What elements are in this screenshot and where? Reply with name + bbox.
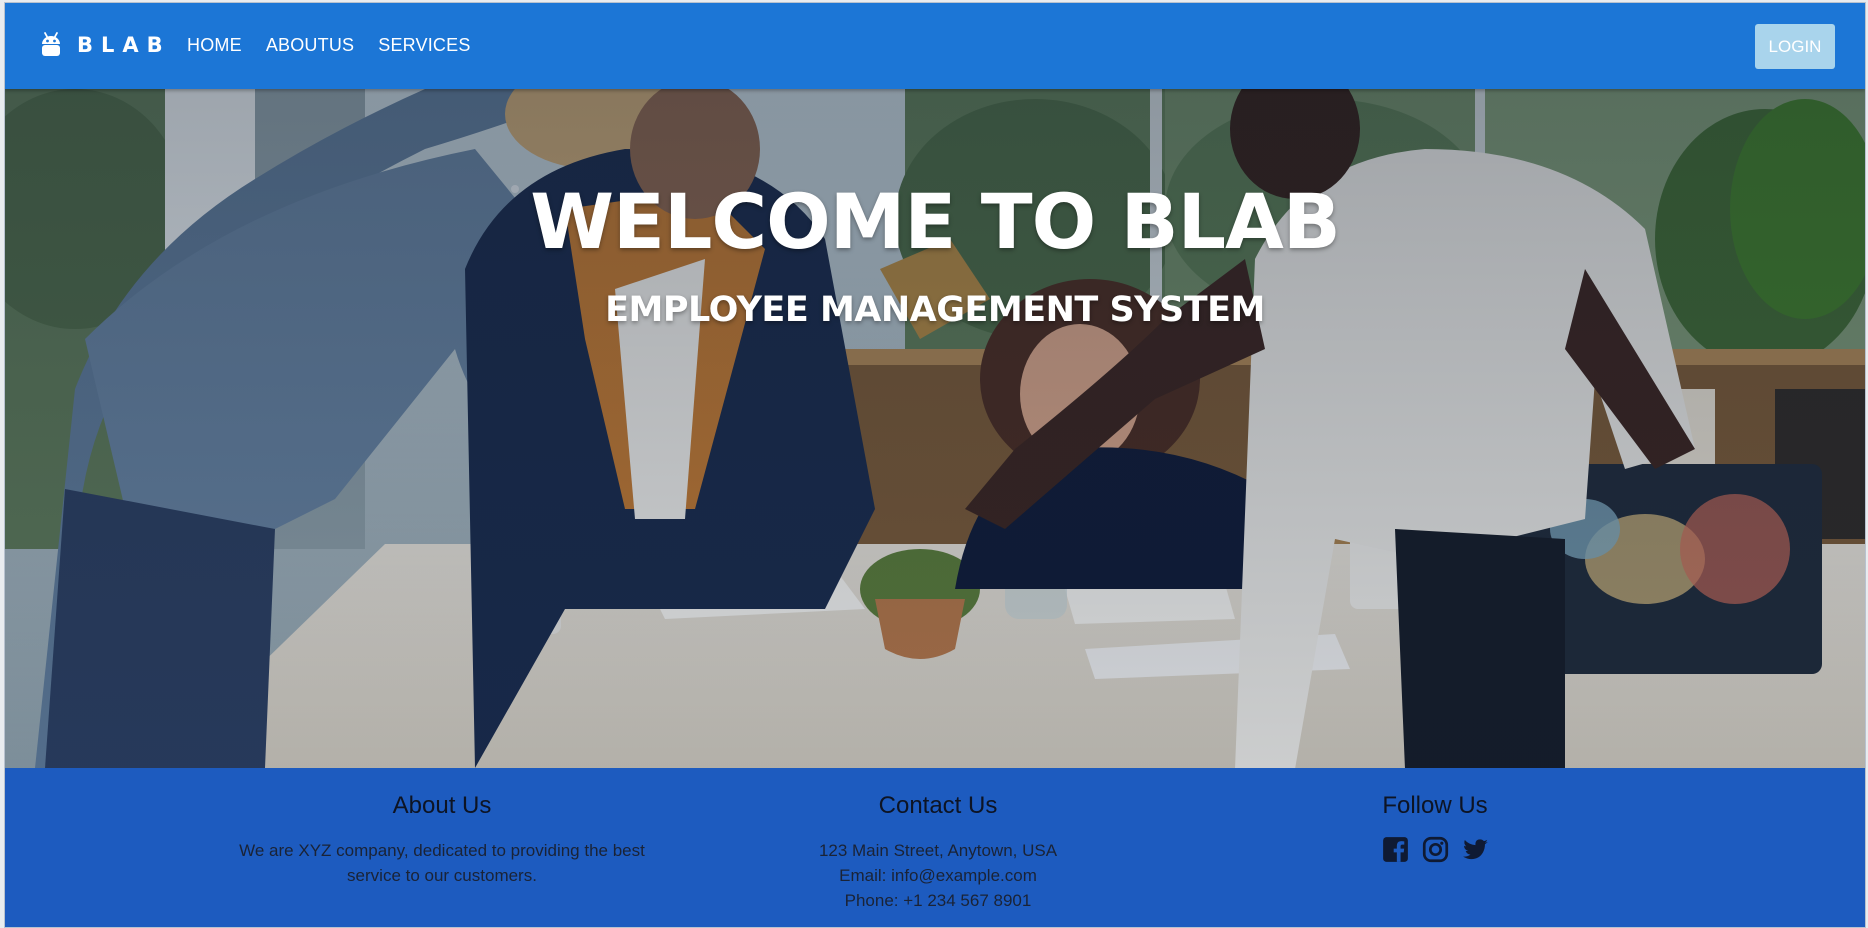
contact-address: 123 Main Street, Anytown, USA — [818, 841, 1058, 860]
instagram-icon[interactable] — [1422, 836, 1449, 863]
brand-logo[interactable]: BLAB — [39, 31, 171, 59]
browser-frame: BLAB HOME ABOUTUS SERVICES LOGIN WELCOME… — [4, 2, 1866, 928]
hero-section: WELCOME TO BLAB EMPLOYEE MANAGEMENT SYST… — [5, 89, 1865, 768]
about-heading: About Us — [392, 792, 492, 819]
footer: About Us We are XYZ company, dedicated t… — [5, 768, 1865, 927]
contact-phone: Phone: +1 234 567 8901 — [844, 891, 1032, 910]
hero-title: WELCOME TO BLAB — [530, 177, 1341, 266]
follow-heading: Follow Us — [1382, 792, 1488, 819]
footer-follow: Follow Us — [1205, 792, 1665, 863]
android-icon — [42, 32, 60, 56]
brand-name: BLAB — [77, 33, 171, 57]
facebook-icon[interactable] — [1382, 836, 1409, 863]
footer-contact: Contact Us 123 Main Street, Anytown, USA… — [708, 792, 1168, 913]
nav-link-home[interactable]: HOME — [187, 35, 242, 56]
about-text: We are XYZ company, dedicated to providi… — [239, 841, 645, 885]
nav-links: HOME ABOUTUS SERVICES — [187, 35, 471, 56]
footer-about: About Us We are XYZ company, dedicated t… — [212, 792, 672, 888]
twitter-icon[interactable] — [1462, 836, 1489, 863]
login-button[interactable]: LOGIN — [1755, 24, 1835, 69]
social-links — [1205, 836, 1665, 863]
nav-link-services[interactable]: SERVICES — [378, 35, 470, 56]
navbar: BLAB HOME ABOUTUS SERVICES LOGIN — [5, 3, 1865, 89]
contact-heading: Contact Us — [878, 792, 998, 819]
nav-link-aboutus[interactable]: ABOUTUS — [266, 35, 354, 56]
contact-email: Email: info@example.com — [839, 866, 1037, 885]
hero-subtitle: EMPLOYEE MANAGEMENT SYSTEM — [605, 290, 1265, 330]
